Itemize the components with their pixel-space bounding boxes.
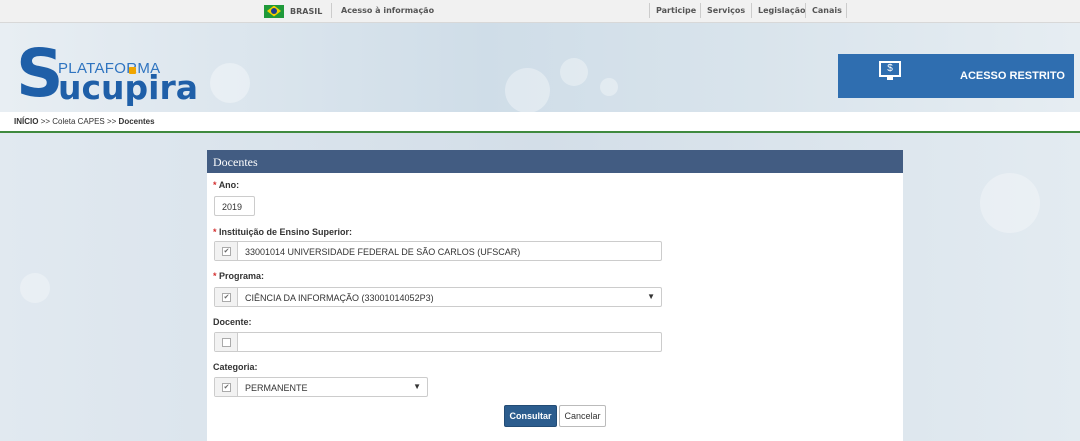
gov-bar-divider [846,3,847,18]
decorative-bubble [560,58,588,86]
brasil-label: BRASIL [290,6,323,16]
programa-checkbox[interactable]: ✔ [222,293,231,302]
brazil-flag-icon [264,4,284,18]
decorative-bubble [600,78,618,96]
breadcrumb: INÍCIO >> Coleta CAPES >> Docentes [0,112,1080,133]
participe-link[interactable]: Participe [656,6,696,15]
ano-input[interactable]: 2019 [214,196,255,216]
panel-title: Docentes [213,155,258,169]
instituicao-checkbox[interactable]: ✔ [222,247,231,256]
docente-checkbox[interactable] [222,338,231,347]
docente-label: Docente: [213,317,252,327]
chevron-down-icon: ▼ [413,382,421,391]
canais-link[interactable]: Canais [812,6,842,15]
instituicao-label: * Instituição de Ensino Superior: [213,227,352,237]
categoria-label-text: Categoria: [213,362,258,372]
categoria-value: PERMANENTE [245,383,308,393]
required-mark: * [213,180,217,190]
instituicao-label-text: Instituição de Ensino Superior: [219,227,353,237]
docente-label-text: Docente: [213,317,252,327]
instituicao-checkbox-addon: ✔ [215,242,238,260]
monitor-icon: $ [879,61,901,80]
docente-checkbox-addon [215,333,238,351]
decorative-bubble [20,273,50,303]
programa-select[interactable]: ✔ CIÊNCIA DA INFORMAÇÃO (33001014052P3) … [214,287,662,307]
programa-checkbox-addon: ✔ [215,288,238,306]
site-header: S PLATAFORMA ucupira $ ACESSO RESTRITO [0,23,1080,112]
logo-s-mark: S [16,35,64,112]
ano-label: * Ano: [213,180,239,190]
breadcrumb-separator: >> [40,117,51,126]
acesso-restrito-label: ACESSO RESTRITO [960,70,1065,82]
panel-header: Docentes [207,150,903,173]
consultar-button[interactable]: Consultar [504,405,557,427]
docente-input[interactable] [214,332,662,352]
decorative-bubble [505,68,550,112]
docentes-form-panel: Docentes * Ano: 2019 * Instituição de En… [207,150,903,441]
servicos-link[interactable]: Serviços [707,6,745,15]
ano-value: 2019 [222,202,243,212]
instituicao-value: 33001014 UNIVERSIDADE FEDERAL DE SÃO CAR… [245,247,521,257]
sucupira-logo[interactable]: S PLATAFORMA ucupira [16,35,199,112]
breadcrumb-inicio[interactable]: INÍCIO [14,117,38,126]
brasil-link[interactable]: BRASIL [264,4,322,18]
gov-bar-divider [805,3,806,18]
gov-bar-divider [700,3,701,18]
decorative-bubble [210,63,250,103]
ano-label-text: Ano: [218,180,240,190]
categoria-label: Categoria: [213,362,258,372]
legislacao-link[interactable]: Legislação [758,6,806,15]
logo-name-text: ucupira [58,68,199,107]
acesso-restrito-button[interactable]: $ ACESSO RESTRITO [838,54,1074,98]
chevron-down-icon: ▼ [647,292,655,301]
programa-label-text: Programa: [219,271,265,281]
breadcrumb-coleta-capes[interactable]: Coleta CAPES [52,117,104,126]
breadcrumb-current: Docentes [118,117,155,126]
gov-bar-divider [331,3,332,18]
programa-value: CIÊNCIA DA INFORMAÇÃO (33001014052P3) [245,293,434,303]
gov-bar: BRASIL Acesso à informação Participe Ser… [0,0,1080,23]
categoria-select[interactable]: ✔ PERMANENTE ▼ [214,377,428,397]
required-mark: * [213,227,217,237]
categoria-checkbox[interactable]: ✔ [222,383,231,392]
breadcrumb-separator: >> [106,117,117,126]
categoria-checkbox-addon: ✔ [215,378,238,396]
cancelar-button[interactable]: Cancelar [559,405,606,427]
instituicao-select[interactable]: ✔ 33001014 UNIVERSIDADE FEDERAL DE SÃO C… [214,241,662,261]
required-mark: * [213,271,217,281]
programa-label: * Programa: [213,271,264,281]
gov-bar-divider [751,3,752,18]
gov-bar-divider [649,3,650,18]
decorative-bubble [980,173,1040,233]
acesso-informacao-link[interactable]: Acesso à informação [341,6,434,15]
